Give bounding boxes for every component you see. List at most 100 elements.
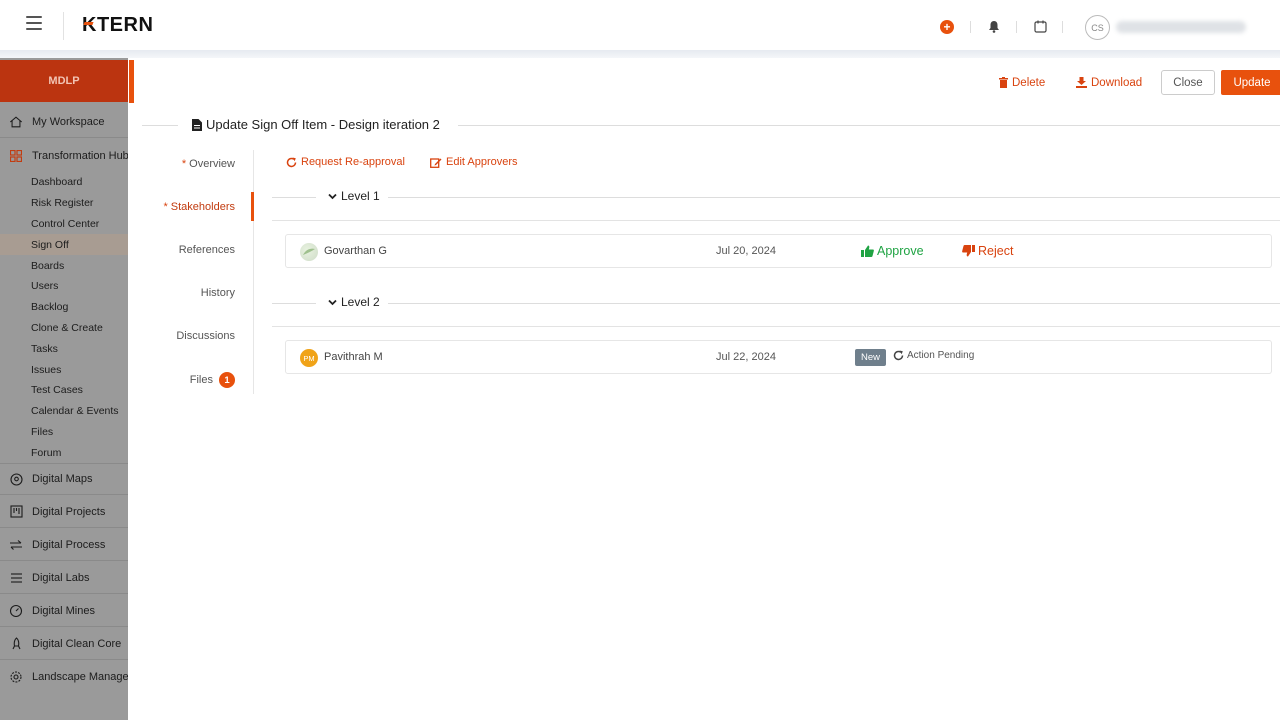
- reject-label: Reject: [978, 244, 1014, 258]
- tab-label: Discussions: [176, 330, 235, 342]
- approver-avatar: PM: [300, 349, 318, 367]
- sidebar-item-digital-mines[interactable]: Digital Mines: [0, 595, 128, 627]
- sidebar-sub-control-center[interactable]: Control Center: [0, 213, 128, 234]
- sidebar-item-label: Digital Process: [32, 538, 106, 551]
- sidebar-item-label: Landscape Managem: [32, 671, 128, 683]
- tab-label: Files: [189, 373, 213, 386]
- chevron-down-icon: [328, 193, 337, 200]
- download-icon: [1076, 77, 1087, 88]
- tab-label: Stakeholders: [170, 201, 235, 213]
- tab-stakeholders[interactable]: * Stakeholders: [163, 201, 235, 213]
- approver-row: Govarthan G Jul 20, 2024 Approve Reject: [285, 234, 1272, 268]
- tab-files[interactable]: Files 1: [190, 372, 235, 388]
- sidebar-sub-tasks[interactable]: Tasks: [0, 338, 128, 359]
- ktern-logo[interactable]: KTERN: [82, 14, 153, 37]
- arrows-icon: [9, 538, 23, 552]
- tab-overview[interactable]: * Overview: [182, 158, 235, 170]
- sidebar-sub-risk-register[interactable]: Risk Register: [0, 192, 128, 213]
- header-shadow: [0, 50, 1280, 58]
- bell-icon[interactable]: [986, 18, 1002, 34]
- sidebar-sub-boards[interactable]: Boards: [0, 255, 128, 276]
- logo-initial: K: [82, 14, 97, 36]
- content-accent-bar: [129, 60, 134, 103]
- level-1-header: Level 1: [272, 188, 1280, 206]
- title-divider-right: [458, 125, 1280, 126]
- close-button[interactable]: Close: [1161, 70, 1215, 95]
- level-divider-left: [272, 303, 316, 304]
- level-label: Level 2: [341, 295, 380, 309]
- active-tab-indicator: [251, 192, 254, 221]
- refresh-icon: [893, 350, 904, 361]
- sidebar-sub-files[interactable]: Files: [0, 421, 128, 442]
- header-separator: [1062, 21, 1063, 33]
- tab-label: References: [178, 244, 235, 256]
- sidebar-item-label: Digital Labs: [32, 571, 90, 584]
- update-button[interactable]: Update: [1221, 70, 1280, 95]
- tab-discussions[interactable]: Discussions: [176, 330, 235, 342]
- request-reapproval-button[interactable]: Request Re-approval: [286, 156, 405, 168]
- status-badge: New: [855, 349, 887, 366]
- user-name-redacted: [1116, 21, 1246, 33]
- sidebar-header[interactable]: MDLP: [0, 60, 128, 102]
- level-2-toggle[interactable]: Level 2: [328, 295, 380, 309]
- sidebar-item-digital-labs[interactable]: Digital Labs: [0, 562, 128, 594]
- sidebar-item-digital-projects[interactable]: Digital Projects: [0, 496, 128, 528]
- tab-label: History: [200, 287, 235, 299]
- level-2-header: Level 2: [272, 294, 1280, 312]
- reject-button[interactable]: Reject: [962, 244, 1013, 258]
- level-separator: [272, 220, 1280, 221]
- grid-icon: [9, 149, 23, 163]
- sidebar-sub-dashboard[interactable]: Dashboard: [0, 171, 128, 192]
- user-avatar[interactable]: CS: [1085, 15, 1110, 40]
- status-text: Action Pending: [907, 350, 975, 361]
- sidebar-sub-clone-create[interactable]: Clone & Create: [0, 317, 128, 338]
- approve-label: Approve: [877, 244, 924, 258]
- logo-text: TERN: [96, 14, 154, 36]
- required-marker: *: [163, 201, 171, 213]
- edit-approvers-button[interactable]: Edit Approvers: [430, 156, 518, 168]
- download-button[interactable]: Download: [1076, 70, 1142, 95]
- sidebar-item-digital-clean-core[interactable]: Digital Clean Core: [0, 628, 128, 660]
- tab-references[interactable]: References: [179, 244, 235, 256]
- header-separator: [1016, 21, 1017, 33]
- add-plus-icon[interactable]: +: [940, 20, 954, 34]
- approve-button[interactable]: Approve: [861, 244, 924, 258]
- level-divider-right: [388, 197, 1280, 198]
- sidebar-item-landscape-management[interactable]: Landscape Managem: [0, 661, 128, 693]
- sidebar-sub-forum[interactable]: Forum: [0, 442, 128, 463]
- hamburger-menu-icon[interactable]: [26, 16, 42, 30]
- list-icon: [9, 571, 23, 585]
- approver-date: Jul 20, 2024: [716, 245, 776, 257]
- sidebar-sub-test-cases[interactable]: Test Cases: [0, 379, 128, 400]
- tab-history[interactable]: History: [201, 287, 235, 299]
- trash-icon: [999, 77, 1008, 88]
- sidebar-item-digital-maps[interactable]: Digital Maps: [0, 463, 128, 495]
- sidebar-sub-calendar-events[interactable]: Calendar & Events: [0, 400, 128, 421]
- delete-label: Delete: [1012, 76, 1046, 89]
- document-icon: [192, 118, 202, 131]
- sidebar-sub-backlog[interactable]: Backlog: [0, 296, 128, 317]
- edit-approvers-label: Edit Approvers: [446, 156, 518, 168]
- title-divider-left: [142, 125, 178, 126]
- sidebar: MDLP My Workspace Transformation Hub Das…: [0, 58, 128, 720]
- chevron-down-icon: [328, 299, 337, 306]
- level-1-toggle[interactable]: Level 1: [328, 189, 380, 203]
- sidebar-item-my-workspace[interactable]: My Workspace: [0, 106, 128, 138]
- sidebar-item-label: Digital Projects: [32, 505, 106, 518]
- header-separator: [970, 21, 971, 33]
- level-label: Level 1: [341, 189, 380, 203]
- delete-button[interactable]: Delete: [999, 70, 1045, 95]
- approver-name: Govarthan G: [324, 245, 387, 257]
- kanban-icon: [9, 505, 23, 519]
- sidebar-item-transformation-hub[interactable]: Transformation Hub: [0, 140, 128, 172]
- approver-row: PM Pavithrah M Jul 22, 2024 New Action P…: [285, 340, 1272, 374]
- detail-tabs: * Overview * Stakeholders References His…: [142, 150, 254, 394]
- level-divider-right: [388, 303, 1280, 304]
- sidebar-sub-sign-off[interactable]: Sign Off: [0, 234, 128, 255]
- calendar-icon[interactable]: [1032, 18, 1048, 34]
- sidebar-item-label: Transformation Hub: [32, 150, 128, 162]
- thumbs-up-icon: [861, 245, 874, 257]
- sidebar-sub-users[interactable]: Users: [0, 275, 128, 296]
- sidebar-sub-issues[interactable]: Issues: [0, 359, 128, 380]
- sidebar-item-digital-process[interactable]: Digital Process: [0, 529, 128, 561]
